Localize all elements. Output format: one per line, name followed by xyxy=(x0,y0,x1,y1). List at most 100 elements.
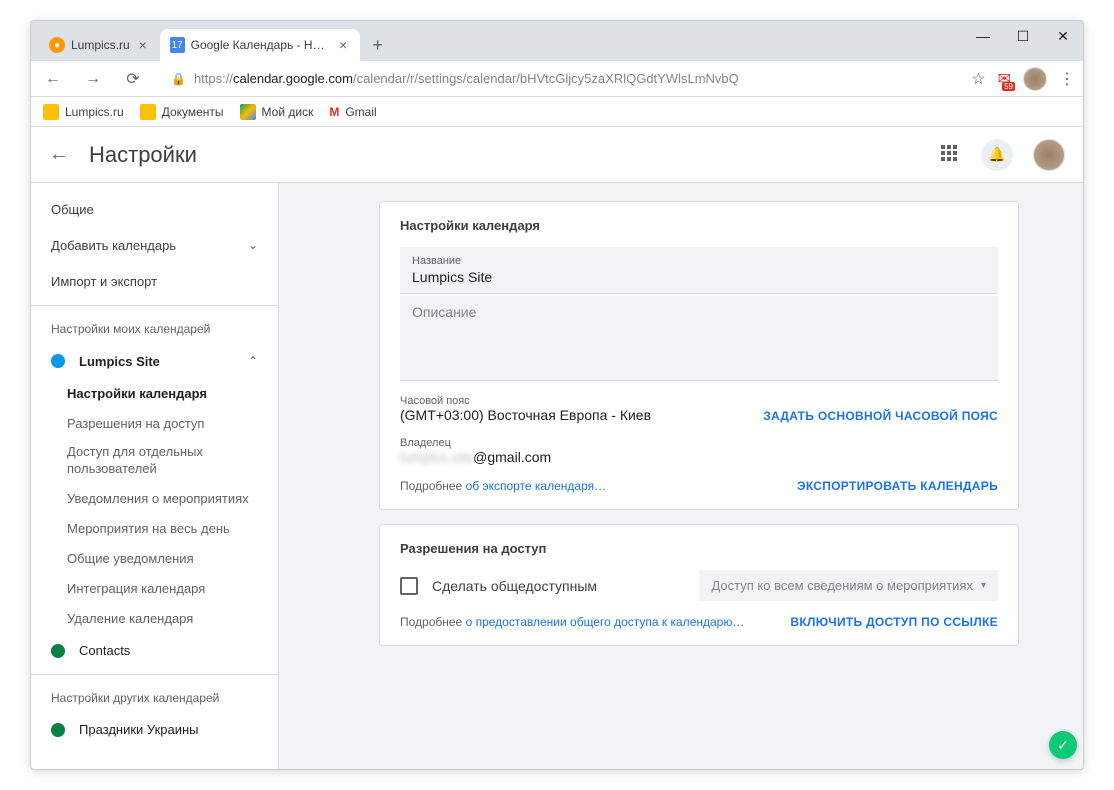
notifications-icon[interactable]: 🔔 xyxy=(981,139,1013,171)
address-right: ☆ ✉ 59 ⋮ xyxy=(971,67,1075,91)
select-value: Доступ ко всем сведениям о мероприятиях xyxy=(711,578,973,593)
back-button[interactable]: ← xyxy=(39,65,67,93)
sidebar: Общие Добавить календарь ⌄ Импорт и экспо… xyxy=(31,183,279,769)
close-tab-icon[interactable]: × xyxy=(337,38,350,52)
subnav-calendar-settings[interactable]: Настройки календаря xyxy=(31,378,278,408)
browser-window: ● Lumpics.ru × 17 Google Календарь - Нас… xyxy=(30,20,1084,770)
gmail-notifier-icon[interactable]: ✉ 59 xyxy=(998,69,1011,89)
sidebar-item-general[interactable]: Общие xyxy=(31,191,278,227)
sidebar-item-add-calendar[interactable]: Добавить календарь ⌄ xyxy=(31,227,278,263)
card-access-permissions: Разрешения на доступ Сделать общедоступн… xyxy=(379,524,1019,646)
close-tab-icon[interactable]: × xyxy=(136,38,150,52)
owner-value: lumpics.site@gmail.com xyxy=(400,449,998,465)
tab-google-calendar[interactable]: 17 Google Календарь - Настройки × xyxy=(160,29,360,61)
address-bar[interactable]: 🔒 https://calendar.google.com/calendar/r… xyxy=(159,65,959,93)
chrome-menu-icon[interactable]: ⋮ xyxy=(1059,69,1075,89)
calendar-color-dot xyxy=(51,354,65,368)
security-extension-badge[interactable]: ✓ xyxy=(1049,731,1077,759)
url-text: https://calendar.google.com/calendar/r/s… xyxy=(194,71,739,86)
export-help-link[interactable]: об экспорте календаря… xyxy=(466,479,607,493)
chevron-down-icon: ▾ xyxy=(981,580,986,591)
sidebar-group-other-calendars: Настройки других календарей xyxy=(31,674,278,713)
subnav-remove-calendar[interactable]: Удаление календаря xyxy=(31,604,278,634)
learn-more-sharing: Подробнее о предоставлении общего доступ… xyxy=(400,615,744,629)
subnav-allday-events[interactable]: Мероприятия на весь день xyxy=(31,514,278,544)
subnav-integrate-calendar[interactable]: Интеграция календаря xyxy=(31,574,278,604)
chevron-up-icon: ⌃ xyxy=(248,354,258,368)
tab-title: Lumpics.ru xyxy=(71,38,130,52)
calendar-color-dot xyxy=(51,644,65,658)
bookmark-label: Lumpics.ru xyxy=(65,105,124,119)
app-header: ← Настройки 🔔 xyxy=(31,127,1083,183)
field-label: Описание xyxy=(412,304,986,320)
export-calendar-button[interactable]: ЭКСПОРТИРОВАТЬ КАЛЕНДАРЬ xyxy=(797,479,998,493)
account-avatar[interactable] xyxy=(1033,139,1065,171)
calendar-item-holidays[interactable]: Праздники Украины xyxy=(31,713,278,747)
page-title: Настройки xyxy=(89,142,197,168)
card-calendar-settings: Настройки календаря Название Lumpics Sit… xyxy=(379,201,1019,510)
profile-avatar-small[interactable] xyxy=(1023,67,1047,91)
sidebar-item-import-export[interactable]: Импорт и экспорт xyxy=(31,263,278,299)
bookmark-label: Мой диск xyxy=(262,105,314,119)
reload-button[interactable]: ⟳ xyxy=(119,65,147,93)
bookmark-label: Документы xyxy=(162,105,224,119)
minimize-button[interactable]: — xyxy=(963,21,1003,51)
calendar-item-contacts[interactable]: Contacts xyxy=(31,634,278,668)
bookmarks-bar: Lumpics.ru Документы Мой диск M Gmail xyxy=(31,97,1083,127)
timezone-value: (GMT+03:00) Восточная Европа - Киев xyxy=(400,407,651,423)
make-public-label: Сделать общедоступным xyxy=(432,578,597,594)
bookmark-gmail[interactable]: M Gmail xyxy=(329,105,376,119)
main-content: Настройки календаря Название Lumpics Sit… xyxy=(279,183,1083,769)
name-field[interactable]: Название Lumpics Site xyxy=(400,247,998,294)
close-window-button[interactable]: ✕ xyxy=(1043,21,1083,51)
favicon-calendar: 17 xyxy=(170,37,185,53)
tab-lumpics[interactable]: ● Lumpics.ru × xyxy=(39,29,160,61)
drive-icon xyxy=(240,104,256,120)
owner-label: Владелец xyxy=(400,437,998,449)
folder-icon xyxy=(140,104,156,120)
bookmark-lumpics[interactable]: Lumpics.ru xyxy=(43,104,124,120)
make-public-checkbox[interactable] xyxy=(400,577,418,595)
titlebar: ● Lumpics.ru × 17 Google Календарь - Нас… xyxy=(31,21,1083,61)
subnav-access-permissions[interactable]: Разрешения на доступ xyxy=(31,408,278,438)
address-row: ← → ⟳ 🔒 https://calendar.google.com/cale… xyxy=(31,61,1083,97)
sidebar-label: Общие xyxy=(51,202,94,217)
set-default-timezone-link[interactable]: ЗАДАТЬ ОСНОВНОЙ ЧАСОВОЙ ПОЯС xyxy=(763,409,998,423)
subnav-general-notifications[interactable]: Общие уведомления xyxy=(31,544,278,574)
calendar-name: Lumpics Site xyxy=(79,354,160,369)
forward-button[interactable]: → xyxy=(79,65,107,93)
description-field[interactable]: Описание xyxy=(400,296,998,381)
maximize-button[interactable]: ☐ xyxy=(1003,21,1043,51)
visibility-select[interactable]: Доступ ко всем сведениям о мероприятиях … xyxy=(699,570,998,601)
window-controls: — ☐ ✕ xyxy=(963,21,1083,51)
card-title: Настройки календаря xyxy=(400,218,998,233)
subnav-share-specific[interactable]: Доступ для отдельных пользователей xyxy=(31,438,278,484)
gmail-count-badge: 59 xyxy=(1002,82,1015,91)
bookmark-label: Gmail xyxy=(345,105,376,119)
sharing-help-link[interactable]: о предоставлении общего доступа к календ… xyxy=(466,615,745,629)
learn-more-export: Подробнее об экспорте календаря… xyxy=(400,479,606,493)
app-body: Общие Добавить календарь ⌄ Импорт и экспо… xyxy=(31,183,1083,769)
field-value: Lumpics Site xyxy=(412,269,986,285)
timezone-label: Часовой пояс xyxy=(400,395,651,407)
lock-icon: 🔒 xyxy=(171,72,186,86)
chevron-down-icon: ⌄ xyxy=(248,238,258,252)
folder-icon xyxy=(43,104,59,120)
app: ← Настройки 🔔 Общие Добавить календарь ⌄ … xyxy=(31,127,1083,769)
bookmark-drive[interactable]: Мой диск xyxy=(240,104,314,120)
card-title: Разрешения на доступ xyxy=(400,541,998,556)
sidebar-label: Добавить календарь xyxy=(51,238,176,253)
google-apps-icon[interactable] xyxy=(941,145,961,165)
gmail-icon: M xyxy=(329,105,339,119)
new-tab-button[interactable]: + xyxy=(366,33,390,57)
favicon-orange: ● xyxy=(49,37,65,53)
bookmark-documents[interactable]: Документы xyxy=(140,104,224,120)
sidebar-label: Импорт и экспорт xyxy=(51,274,157,289)
get-shareable-link-button[interactable]: ВКЛЮЧИТЬ ДОСТУП ПО ССЫЛКЕ xyxy=(790,615,998,629)
calendar-item-lumpics[interactable]: Lumpics Site ⌃ xyxy=(31,344,278,378)
star-icon[interactable]: ☆ xyxy=(971,69,985,89)
settings-back-arrow[interactable]: ← xyxy=(49,143,69,166)
calendar-color-dot xyxy=(51,723,65,737)
field-label: Название xyxy=(412,255,986,267)
subnav-event-notifications[interactable]: Уведомления о мероприятиях xyxy=(31,484,278,514)
